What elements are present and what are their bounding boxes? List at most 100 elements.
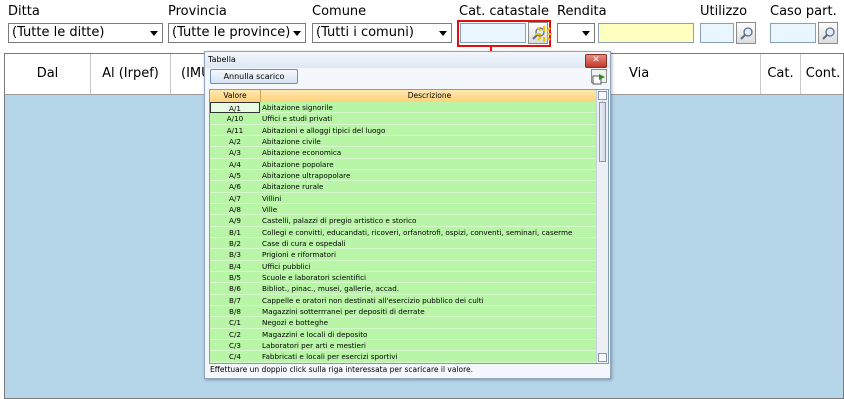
cell-descrizione: Bibliot., pinac., musei, gallerie, accad… [262,284,400,294]
export-button[interactable] [591,69,607,85]
cell-valore: A/8 [229,204,241,214]
ditta-select[interactable]: (Tutte le ditte) [8,23,163,43]
table-row[interactable]: A/1 Abitazione signorile [210,102,598,114]
column-header-cont[interactable]: Cont. [801,54,844,94]
table-row[interactable]: A/3 Abitazione economica [210,147,598,159]
rendita-input[interactable] [598,23,694,43]
click-burst-icon [536,26,552,42]
utilizzo-label: Utilizzo [700,4,748,19]
ditta-select-value: (Tutte le ditte) [12,25,105,40]
table-row[interactable]: B/4 Uffici pubblici [210,260,598,272]
table-rows: A/1 Abitazione signorile A/10 Uffici e stud… [210,102,598,363]
cell-descrizione: Scuole e laboratori scientifici [262,272,367,282]
cell-valore: B/8 [229,306,241,316]
table-row[interactable]: C/2 Magazzini e locali di deposito [210,328,598,340]
cell-valore: A/11 [226,125,244,135]
chevron-down-icon [582,31,590,36]
cell-descrizione: Abitazioni e alloggi tipici del luogo [262,125,386,135]
table-row[interactable]: A/6 Abitazione rurale [210,181,598,193]
cell-valore: A/2 [229,136,241,146]
provincia-select[interactable]: (Tutte le province) [168,23,306,43]
cell-descrizione: Magazzini e locali di deposito [262,329,368,339]
chevron-down-icon [293,31,301,36]
cell-descrizione: Case di cura e ospedali [262,238,346,248]
table-row[interactable]: A/2 Abitazione civile [210,135,598,148]
export-icon [592,74,605,85]
cell-descrizione: Uffici e studi privati [262,114,333,124]
table-row[interactable]: B/3 Prigioni e riformatori [210,249,598,261]
cell-descrizione: Abitazione economica [262,148,342,158]
column-header-valore[interactable]: Valore [210,90,261,102]
scroll-up-button[interactable] [598,91,607,105]
table-row[interactable]: A/8 Ville [210,203,598,216]
table-row[interactable]: C/4 Fabbricati e locali per esercizi spor… [210,351,598,363]
provincia-select-value: (Tutte le province) [172,25,291,40]
rendita-operator-select[interactable] [557,23,595,43]
cell-descrizione: Cappelle e oratori non destinati all'ese… [262,295,484,305]
cell-valore: A/3 [229,148,241,158]
chevron-down-icon [439,31,447,36]
cell-descrizione: Abitazione signorile [262,103,333,112]
cell-descrizione: Castelli, palazzi di pregio artistico e … [262,216,417,226]
table-row[interactable]: C/3 Laboratori per arti e mestieri [210,339,598,352]
table-row[interactable]: C/1 Negozi e botteghe [210,317,598,329]
utilizzo-input[interactable] [700,23,734,43]
column-header-via[interactable]: Via [611,54,761,94]
table-row[interactable]: A/4 Abitazione popolare [210,158,598,170]
cell-descrizione: Abitazione ultrapopolare [262,170,351,180]
cat-catastale-label: Cat. catastale [459,4,550,19]
annulla-scarico-button[interactable]: Annulla scarico [210,69,298,84]
cell-valore: B/4 [229,261,241,271]
table-row[interactable]: A/5 Abitazione ultrapopolare [210,169,598,182]
popup-title: Tabella [205,52,610,68]
cell-valore: B/6 [229,284,241,294]
utilizzo-lookup-button[interactable] [736,22,756,44]
cell-valore: B/2 [229,238,241,248]
arrow-down-icon [599,362,606,364]
tabella-table[interactable]: Valore Descrizione A/1 Abitazione signori… [209,89,609,364]
column-header-cat[interactable]: Cat. [761,54,801,94]
table-row[interactable]: B/6 Bibliot., pinac., musei, gallerie, ac… [210,283,598,295]
table-row[interactable]: A/7 Villini [210,192,598,204]
table-row[interactable]: B/5 Scuole e laboratori scientifici [210,271,598,284]
table-row[interactable]: A/9 Castelli, palazzi di pregio artistico… [210,215,598,227]
table-row[interactable]: A/11 Abitazioni e alloggi tipici del luog… [210,124,598,136]
column-header-descrizione[interactable]: Descrizione [261,90,598,102]
cell-valore: B/3 [229,250,241,260]
cell-valore: C/2 [228,329,241,339]
tabella-popup: Tabella ✕ Annulla scarico Valore Descriz… [204,51,611,379]
scroll-down-button[interactable] [598,353,607,362]
column-header-dal[interactable]: Dal [5,54,91,94]
cell-valore: B/1 [229,227,241,237]
cell-valore: C/1 [228,318,241,328]
table-row[interactable]: B/8 Magazzini sotterrranei per depositi d… [210,305,598,318]
comune-select[interactable]: (Tutti i comuni) [312,23,452,43]
table-row[interactable]: B/2 Case di cura e ospedali [210,237,598,250]
cell-valore: A/5 [229,170,241,180]
chevron-down-icon [150,31,158,36]
cell-descrizione: Uffici pubblici [262,261,311,271]
close-button[interactable]: ✕ [585,54,607,68]
cell-valore: A/1 [210,102,260,113]
cat-catastale-input[interactable] [460,23,526,43]
comune-select-value: (Tutti i comuni) [316,25,414,40]
cell-descrizione: Ville [262,204,278,214]
table-row[interactable]: B/1 Collegi e convitti, educandati, ricov… [210,226,598,238]
caso-part-input[interactable] [770,23,816,43]
table-header: Valore Descrizione [210,90,598,102]
vertical-scrollbar[interactable] [596,90,608,363]
column-header-al-irpef[interactable]: Al (Irpef) [91,54,171,94]
scroll-thumb[interactable] [599,102,606,162]
cell-descrizione: Villini [262,193,282,203]
cell-valore: A/9 [229,216,241,226]
cell-descrizione: Fabbricati e locali per esercizi sportiv… [262,352,398,362]
caso-part-lookup-button[interactable] [818,22,838,44]
cell-descrizione: Abitazione rurale [262,182,324,192]
table-row[interactable]: B/7 Cappelle e oratori non destinati all'… [210,294,598,306]
table-row[interactable]: A/10 Uffici e studi privati [210,113,598,125]
rendita-label: Rendita [557,4,607,19]
comune-label: Comune [312,4,367,19]
cell-valore: B/7 [229,295,241,305]
cell-descrizione: Laboratori per arti e mestieri [262,340,366,350]
ditta-label: Ditta [8,4,40,19]
